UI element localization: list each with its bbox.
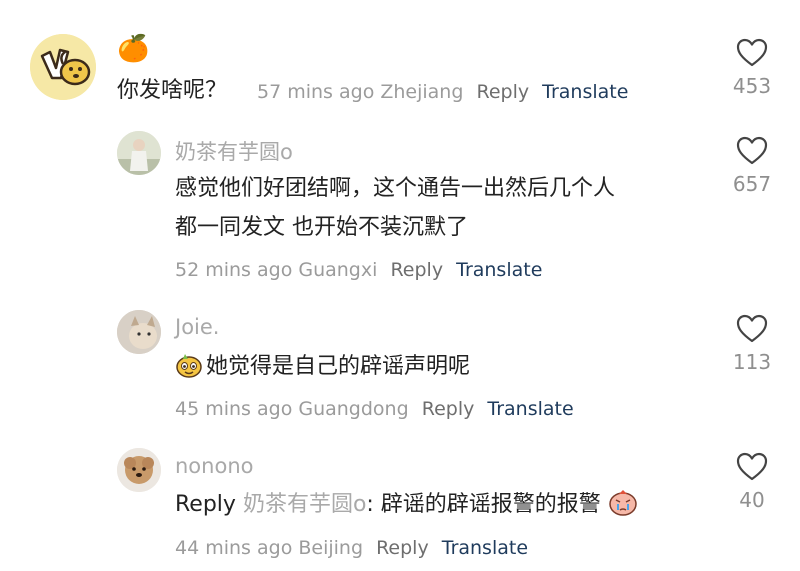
translate-button[interactable]: Translate bbox=[542, 81, 628, 103]
comment-text-line-1: 感觉他们好团结啊，这个通告一出然后几个人 bbox=[175, 176, 616, 201]
heart-icon[interactable] bbox=[736, 136, 768, 166]
heart-icon[interactable] bbox=[736, 314, 768, 344]
username[interactable]: nonono bbox=[175, 454, 253, 478]
comment-text: Reply 奶茶有芋圆o: 辟谣的辟谣报警的报警 bbox=[175, 486, 641, 530]
timestamp: 52 mins ago bbox=[175, 259, 293, 281]
heart-icon[interactable] bbox=[736, 38, 768, 68]
like-count: 657 bbox=[732, 172, 772, 196]
like-group: 113 bbox=[722, 314, 782, 374]
like-group: 40 bbox=[722, 452, 782, 512]
username-emoji[interactable]: 🍊 bbox=[117, 34, 149, 64]
translate-button[interactable]: Translate bbox=[442, 537, 528, 559]
like-count: 113 bbox=[732, 350, 772, 374]
like-count: 453 bbox=[732, 74, 772, 98]
reply-button[interactable]: Reply bbox=[390, 259, 443, 281]
avatar[interactable] bbox=[117, 131, 161, 175]
comment-text: 她觉得是自己的辟谣声明呢 bbox=[175, 348, 470, 392]
reply-button[interactable]: Reply bbox=[376, 537, 429, 559]
like-group: 453 bbox=[722, 38, 782, 98]
location: Guangxi bbox=[298, 259, 378, 281]
comment-meta: 57 mins ago Zhejiang Reply Translate bbox=[257, 81, 628, 103]
comment-meta: 52 mins ago Guangxi Reply Translate bbox=[175, 259, 542, 281]
comment-meta: 45 mins ago Guangdong Reply Translate bbox=[175, 398, 574, 420]
like-group: 657 bbox=[722, 136, 782, 196]
location: Guangdong bbox=[298, 398, 409, 420]
location: Beijing bbox=[298, 537, 364, 559]
comment-text-content: : 辟谣的辟谣报警的报警 bbox=[366, 492, 601, 517]
timestamp: 57 mins ago bbox=[257, 81, 375, 103]
timestamp: 45 mins ago bbox=[175, 398, 293, 420]
username[interactable]: 奶茶有芋圆o bbox=[175, 136, 293, 166]
like-count: 40 bbox=[739, 488, 765, 512]
comment-text-line-2: 都一同发文 也开始不装沉默了 bbox=[175, 215, 468, 240]
avatar[interactable] bbox=[117, 310, 161, 354]
comment-text: 你发啥呢？ bbox=[117, 78, 228, 103]
smiling-creature-emoji-icon bbox=[175, 351, 203, 392]
location: Zhejiang bbox=[380, 81, 464, 103]
comment-meta: 44 mins ago Beijing Reply Translate bbox=[175, 537, 528, 559]
avatar[interactable] bbox=[117, 448, 161, 492]
translate-button[interactable]: Translate bbox=[456, 259, 542, 281]
reply-to-username[interactable]: 奶茶有芋圆o bbox=[243, 492, 366, 517]
reply-button[interactable]: Reply bbox=[476, 81, 529, 103]
crying-creature-emoji-icon bbox=[608, 487, 638, 530]
heart-icon[interactable] bbox=[736, 452, 768, 482]
reply-button[interactable]: Reply bbox=[422, 398, 475, 420]
reply-prefix: Reply bbox=[175, 492, 236, 517]
username[interactable]: Joie. bbox=[175, 315, 219, 339]
timestamp: 44 mins ago bbox=[175, 537, 293, 559]
comment-text-content: 她觉得是自己的辟谣声明呢 bbox=[206, 354, 471, 379]
translate-button[interactable]: Translate bbox=[487, 398, 573, 420]
avatar[interactable] bbox=[30, 34, 96, 100]
